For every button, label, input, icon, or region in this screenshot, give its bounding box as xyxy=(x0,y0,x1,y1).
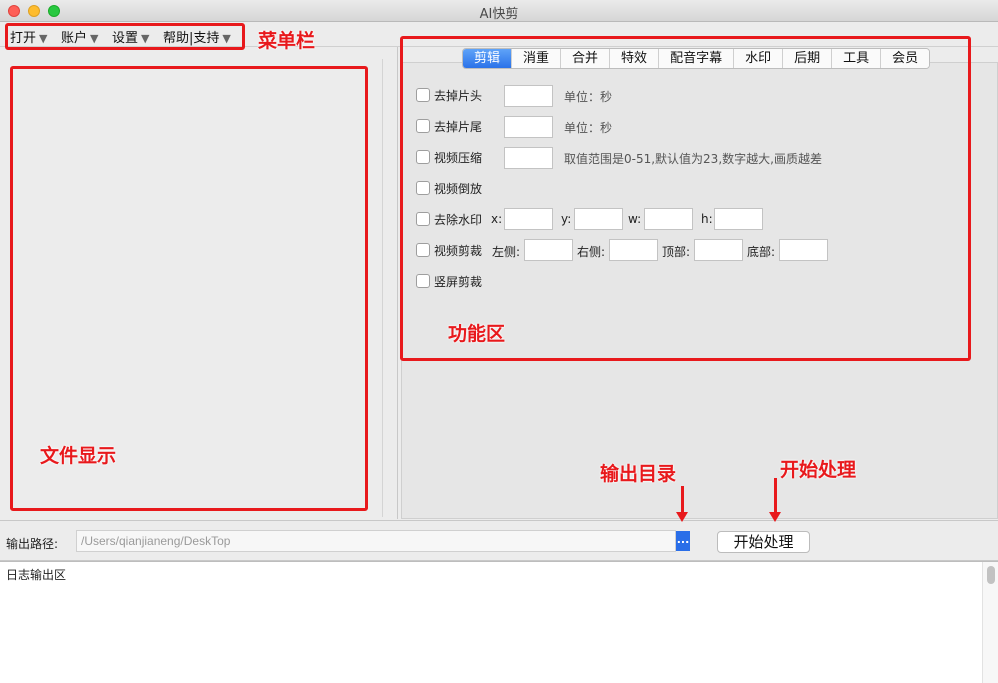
output-path-label: 输出路径: xyxy=(6,537,59,551)
annotation-start-label: 开始处理 xyxy=(780,459,857,481)
title-bar: AI快剪 xyxy=(0,0,998,22)
output-bar: 输出路径: /Users/qianjianeng/DeskTop ... 开始处… xyxy=(0,520,998,561)
annotation-start-arrow xyxy=(769,478,781,522)
log-scroll-thumb[interactable] xyxy=(987,566,995,584)
annotation-menu-box xyxy=(5,23,245,50)
start-process-button[interactable]: 开始处理 xyxy=(717,531,810,553)
annotation-function-box xyxy=(400,36,971,361)
browse-output-button[interactable]: ... xyxy=(676,531,690,551)
app-window: AI快剪 打开 ▼ 账户 ▼ 设置 ▼ 帮助|支持 ▼ 剪辑 消重 合并 特效 配音字幕… xyxy=(0,0,998,683)
annotation-output-arrow xyxy=(676,486,688,522)
window-title: AI快剪 xyxy=(479,7,519,22)
output-path-input[interactable]: /Users/qianjianeng/DeskTop xyxy=(76,530,676,552)
annotation-output-label: 输出目录 xyxy=(600,463,677,485)
annotation-file-label: 文件显示 xyxy=(40,445,117,467)
log-output-area[interactable]: 日志输出区 xyxy=(0,561,998,683)
annotation-menu-label: 菜单栏 xyxy=(258,30,316,52)
log-text: 日志输出区 xyxy=(6,568,67,582)
annotation-function-label: 功能区 xyxy=(448,323,506,345)
log-scrollbar[interactable] xyxy=(982,562,998,683)
